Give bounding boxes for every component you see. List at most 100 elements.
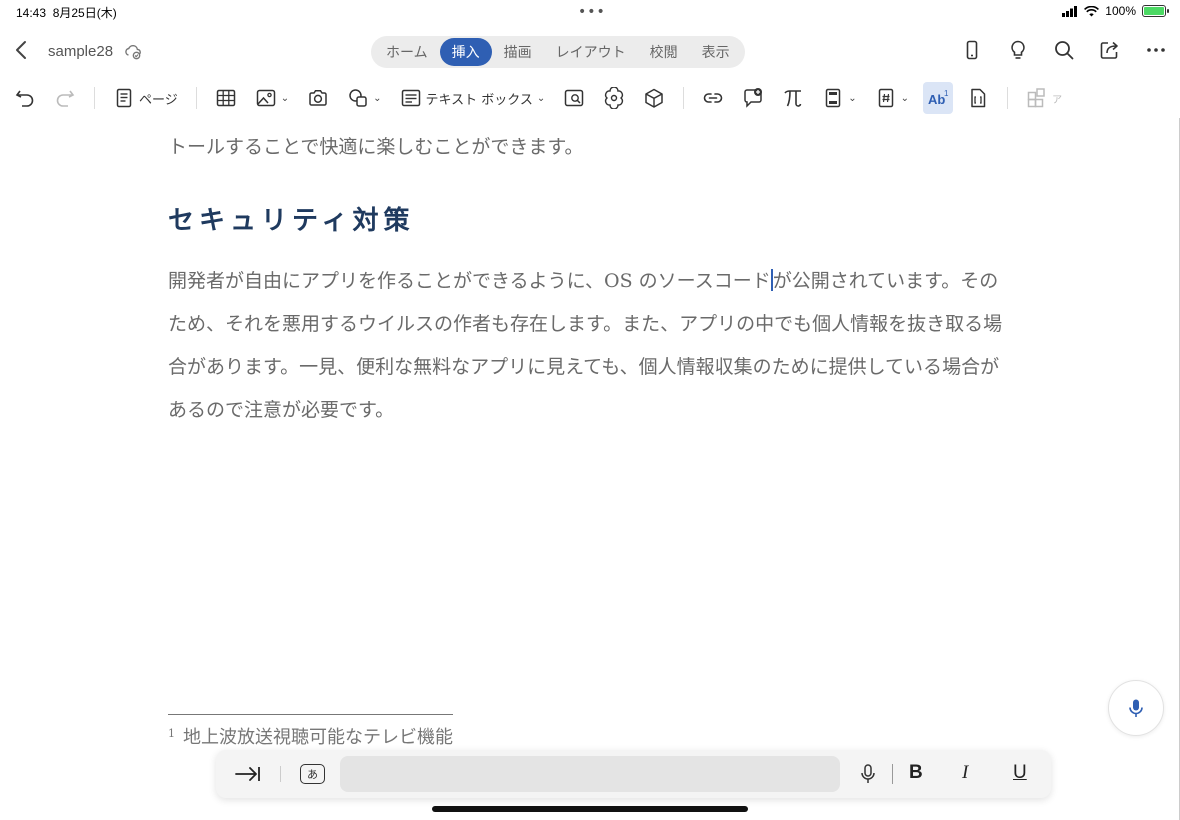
add-ins-button[interactable]: ア	[1022, 82, 1066, 114]
share-icon[interactable]	[1098, 38, 1122, 62]
footnote-text: 地上波放送視聴可能なテレビ機能	[183, 727, 453, 748]
redo-button[interactable]	[50, 82, 80, 114]
mobile-view-icon[interactable]	[960, 38, 984, 62]
chevron-down-icon: ⌄	[536, 92, 546, 104]
page-number-button[interactable]: ⌄	[871, 82, 913, 114]
svg-text:Ab: Ab	[928, 92, 945, 107]
chevron-down-icon: ⌄	[900, 92, 910, 104]
chevron-down-icon: ⌄	[373, 92, 382, 104]
italic-button[interactable]: I	[962, 762, 968, 784]
home-indicator[interactable]	[432, 806, 748, 812]
lightbulb-icon[interactable]	[1006, 38, 1030, 62]
divider	[94, 87, 95, 109]
ribbon-tabs: ホーム 挿入 描画 レイアウト 校閲 表示	[371, 36, 745, 68]
picture-button[interactable]: ⌄	[251, 82, 293, 114]
tab-home[interactable]: ホーム	[374, 38, 440, 66]
undo-icon	[15, 90, 34, 107]
field-button[interactable]	[963, 82, 993, 114]
chevron-down-icon: ⌄	[848, 92, 857, 104]
text-box-icon	[401, 89, 420, 107]
footnote-separator	[168, 714, 453, 715]
bold-button[interactable]: B	[909, 762, 923, 784]
shapes-button[interactable]: ⌄	[343, 82, 385, 114]
field-icon	[971, 88, 986, 108]
multitasking-dots-icon[interactable]: •••	[578, 4, 606, 20]
title-bar: sample28 ホーム 挿入 描画 レイアウト 校閲 表示	[0, 28, 1180, 74]
picture-icon	[256, 89, 275, 107]
prediction-field[interactable]	[340, 756, 840, 792]
shapes-icon	[349, 89, 367, 107]
divider	[280, 766, 281, 782]
link-icon	[703, 93, 723, 103]
tab-review[interactable]: 校閲	[638, 38, 690, 66]
search-icon[interactable]	[1052, 38, 1076, 62]
footnote-number: 1	[168, 727, 175, 740]
tab-draw[interactable]: 描画	[492, 38, 544, 66]
divider	[1007, 87, 1009, 109]
comment-button[interactable]	[738, 82, 768, 114]
redo-icon	[56, 90, 75, 107]
icons-icon	[605, 87, 624, 109]
table-icon	[216, 89, 235, 107]
divider	[683, 87, 685, 109]
insert-ribbon: ページ ⌄ ⌄ テキスト ボックス ⌄ ⌄ ⌄ Ab 1 ア	[0, 78, 1180, 118]
footnote[interactable]: 1 地上波放送視聴可能なテレビ機能	[168, 723, 453, 749]
keyboard-microphone-icon[interactable]	[856, 762, 880, 786]
cube-icon	[645, 88, 664, 108]
link-button[interactable]	[698, 82, 728, 114]
header-footer-icon	[826, 88, 841, 108]
tab-key-icon[interactable]	[234, 762, 262, 786]
tab-insert[interactable]: 挿入	[439, 38, 492, 66]
more-icon[interactable]	[1144, 38, 1168, 62]
status-indicators: 100%	[1062, 4, 1169, 18]
tab-view[interactable]: 表示	[690, 38, 742, 66]
divider	[195, 87, 197, 109]
chevron-down-icon: ⌄	[280, 92, 290, 104]
header-footer-button[interactable]: ⌄	[818, 82, 860, 114]
pi-icon	[784, 90, 802, 107]
body-text-after-cursor: が公開されています。そのため、それを悪用するウイルスの作者も存在します。また、ア…	[168, 270, 1003, 421]
paragraph-continuation[interactable]: トールすることで快適に楽しむことができます。	[168, 132, 1008, 159]
camera-button[interactable]	[303, 82, 333, 114]
undo-button[interactable]	[10, 82, 40, 114]
section-heading[interactable]: セキュリティ対策	[168, 200, 414, 237]
ime-toggle-button[interactable]: あ	[300, 764, 325, 784]
page-button[interactable]: ページ	[109, 82, 182, 114]
body-paragraph[interactable]: 開発者が自由にアプリを作ることができるように、OS のソースコード が公開されてい…	[168, 260, 1008, 432]
new-comment-icon	[744, 88, 763, 108]
3d-model-button[interactable]	[639, 82, 669, 114]
dictate-button[interactable]	[1108, 680, 1164, 736]
microphone-icon	[1129, 699, 1143, 717]
status-bar: 14:43 8月25日(木) ••• 100%	[0, 0, 1180, 24]
add-ins-icon	[1027, 88, 1045, 108]
cloud-saved-icon[interactable]	[124, 42, 142, 60]
tab-layout[interactable]: レイアウト	[544, 38, 638, 66]
battery-percent: 100%	[1105, 4, 1136, 18]
wifi-icon	[1084, 5, 1100, 16]
signal-icon	[1062, 5, 1078, 17]
document-canvas[interactable]: トールすることで快適に楽しむことができます。 セキュリティ対策 開発者が自由にア…	[0, 118, 1180, 820]
back-chevron-icon[interactable]	[10, 38, 34, 62]
text-box-label: テキスト ボックス	[425, 92, 533, 108]
icons-button[interactable]	[599, 82, 629, 114]
footnote-button[interactable]: Ab 1	[923, 82, 954, 114]
text-box-button[interactable]: テキスト ボックス ⌄	[396, 82, 550, 114]
equation-button[interactable]	[778, 82, 808, 114]
document-name[interactable]: sample28	[48, 43, 113, 60]
page-icon	[116, 88, 132, 108]
svg-text:1: 1	[944, 89, 949, 98]
image-search-button[interactable]	[559, 82, 589, 114]
keyboard-shortcut-bar: あ B I U	[216, 750, 1051, 798]
status-time: 14:43 8月25日(木)	[16, 6, 117, 20]
title-actions	[960, 38, 1168, 62]
underline-button[interactable]: U	[1013, 762, 1027, 784]
footnote-icon: Ab1	[928, 89, 949, 107]
image-search-icon	[565, 89, 584, 107]
divider	[892, 764, 893, 784]
add-ins-label: ア	[1052, 94, 1063, 106]
battery-icon	[1142, 5, 1169, 17]
page-label: ページ	[139, 92, 178, 108]
body-text-before-cursor: 開発者が自由にアプリを作ることができるように、OS のソースコード	[168, 270, 771, 292]
table-button[interactable]	[211, 82, 241, 114]
page-number-icon	[878, 88, 893, 108]
